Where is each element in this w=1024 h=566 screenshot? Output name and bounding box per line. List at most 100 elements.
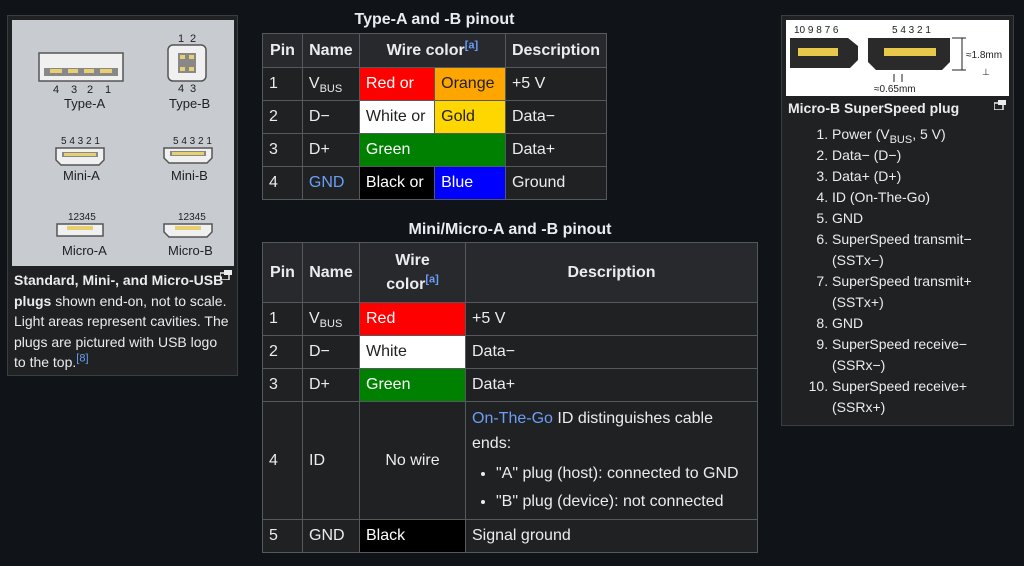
- micro-a-pins: 12345: [68, 212, 96, 223]
- wire-blue: Blue: [434, 166, 506, 200]
- mini-b-label: Mini-B: [171, 168, 208, 183]
- pin-cell: 1: [262, 302, 303, 336]
- header-name: Name: [302, 242, 360, 303]
- type-a-pin-3: 3: [71, 84, 77, 96]
- name-cell: GND: [302, 519, 360, 553]
- wire-note-link[interactable]: [a]: [465, 39, 478, 51]
- usb-plugs-caption: Standard, Mini-, and Micro-USB plugs sho…: [14, 270, 232, 373]
- table-row: 1 VBUS Red +5 V: [262, 302, 758, 336]
- type-a-pin-4: 4: [53, 84, 59, 96]
- name-cell: GND: [301, 166, 360, 200]
- table-mini: Pin Name Wire color[a] Description 1 VBUS…: [262, 242, 758, 553]
- micro-b-pins: 12345: [178, 212, 206, 223]
- type-b-pin-4: 4: [178, 83, 184, 95]
- type-b-pin-3: 3: [190, 83, 196, 95]
- wire-red: Red or: [358, 67, 436, 101]
- list-item: SuperSpeed receive+ (SSRx+): [832, 376, 1012, 418]
- wire-black: Black or: [358, 166, 436, 200]
- table-ab-title: Type-A and -B pinout: [354, 11, 515, 28]
- dim-width-label: ≈0.65mm: [874, 84, 916, 95]
- pin-cell: 3: [262, 133, 303, 167]
- wire-note-link[interactable]: [a]: [425, 273, 438, 285]
- dim-height-label: ≈1.8mm: [966, 50, 1002, 61]
- micro-a-label: Micro-A: [62, 243, 107, 258]
- micro-b-caption-title: Micro-B SuperSpeed plug: [788, 100, 960, 116]
- table-row: 3 D+ Green Data+: [262, 133, 608, 167]
- table-row: 5 GND Black Signal ground: [262, 519, 758, 553]
- wire-black: Black: [359, 519, 466, 553]
- name-cell: VBUS: [302, 302, 360, 336]
- gnd-link[interactable]: GND: [309, 174, 345, 191]
- name-cell: D−: [301, 100, 360, 134]
- type-a-pin-1: 1: [105, 84, 111, 96]
- wire-green: Green: [359, 368, 466, 402]
- list-item: "B" plug (device): not connected: [496, 488, 751, 516]
- pin-function-list: Power (VBUS, 5 V) Data− (D−) Data+ (D+) …: [788, 124, 1012, 418]
- pin-cell: 2: [262, 100, 303, 134]
- table-row: 2 D− White Data−: [262, 335, 758, 369]
- mini-a-pins: 5 4 3 2 1: [61, 136, 100, 147]
- name-cell: D+: [302, 368, 360, 402]
- desc-cell: On-The-Go ID distinguishes cable ends: "…: [465, 401, 758, 520]
- list-item: Data− (D−): [832, 145, 1012, 166]
- type-b-pin-2: 2: [190, 33, 196, 45]
- list-item: Data+ (D+): [832, 166, 1012, 187]
- desc-cell: Signal ground: [465, 519, 758, 553]
- table-row: 2 D− White or Gold Data−: [262, 100, 608, 134]
- svg-text:⊥: ⊥: [982, 67, 990, 77]
- list-item: GND: [832, 313, 1012, 334]
- wire-red: Red: [359, 302, 466, 336]
- micro-b-label: Micro-B: [168, 243, 213, 258]
- micro-b-superspeed-diagram[interactable]: 10 9 8 7 6 5 4 3 2 1 ≈1.8mm ≈0.65mm ⊥: [786, 20, 1009, 96]
- wire-orange: Orange: [434, 67, 506, 101]
- pin-cell: 2: [262, 335, 303, 369]
- micro-b-superspeed-figure: 10 9 8 7 6 5 4 3 2 1 ≈1.8mm ≈0.65mm ⊥ Mi…: [781, 15, 1014, 426]
- header-pin: Pin: [262, 242, 303, 303]
- table-row: 4 ID No wire On-The-Go ID distinguishes …: [262, 401, 758, 520]
- enlarge-icon[interactable]: [994, 100, 1006, 110]
- header-name: Name: [301, 33, 360, 68]
- mini-a-label: Mini-A: [63, 168, 100, 183]
- list-item: SuperSpeed transmit+ (SSTx+): [832, 271, 1012, 313]
- wire-none: No wire: [359, 401, 466, 520]
- name-cell: D−: [302, 335, 360, 369]
- desc-cell: +5 V: [504, 67, 608, 101]
- table-ab: Pin Name Wire color[a] Description 1 VBU…: [262, 33, 608, 200]
- header-wire-color: Wire color[a]: [358, 33, 506, 68]
- name-cell: VBUS: [301, 67, 360, 101]
- desc-cell: Ground: [504, 166, 608, 200]
- table-mini-title: Mini/Micro-A and -B pinout: [408, 221, 612, 238]
- header-wire-color: Wire color[a]: [359, 242, 466, 303]
- list-item: ID (On-The-Go): [832, 187, 1012, 208]
- type-a-label: Type-A: [64, 96, 106, 111]
- wire-white: White: [359, 335, 466, 369]
- caption-ref-link[interactable]: [8]: [76, 352, 88, 364]
- list-item: SuperSpeed transmit− (SSTx−): [832, 229, 1012, 271]
- desc-cell: Data+: [465, 368, 758, 402]
- list-item: GND: [832, 208, 1012, 229]
- desc-cell: Data−: [465, 335, 758, 369]
- desc-cell: +5 V: [465, 302, 758, 336]
- name-cell: ID: [302, 401, 360, 520]
- list-item: "A" plug (host): connected to GND: [496, 460, 751, 488]
- type-a-pin-2: 2: [87, 84, 93, 96]
- on-the-go-link[interactable]: On-The-Go: [472, 410, 553, 427]
- pin-cell: 3: [262, 368, 303, 402]
- wire-white: White or: [358, 100, 436, 134]
- pin-cell: 4: [262, 401, 303, 520]
- name-cell: D+: [301, 133, 360, 167]
- header-description: Description: [504, 33, 608, 68]
- usb-plugs-diagram[interactable]: 4 3 2 1 Type-A 1 2 4 3 Type-B 5 4 3 2 1 …: [12, 20, 234, 266]
- type-b-pin-1: 1: [178, 33, 184, 45]
- header-pin: Pin: [262, 33, 303, 68]
- pin-cell: 4: [262, 166, 303, 200]
- list-item: Power (VBUS, 5 V): [832, 124, 1012, 145]
- pins-right-label: 5 4 3 2 1: [892, 25, 931, 36]
- table-row: 1 VBUS Red or Orange +5 V: [262, 67, 608, 101]
- wire-gold: Gold: [434, 100, 506, 134]
- usb-plugs-figure: 4 3 2 1 Type-A 1 2 4 3 Type-B 5 4 3 2 1 …: [7, 15, 238, 376]
- mini-b-pins: 5 4 3 2 1: [173, 136, 212, 147]
- wire-green: Green: [358, 133, 506, 167]
- id-bullet-list: "A" plug (host): connected to GND "B" pl…: [472, 460, 751, 516]
- type-b-label: Type-B: [169, 96, 210, 111]
